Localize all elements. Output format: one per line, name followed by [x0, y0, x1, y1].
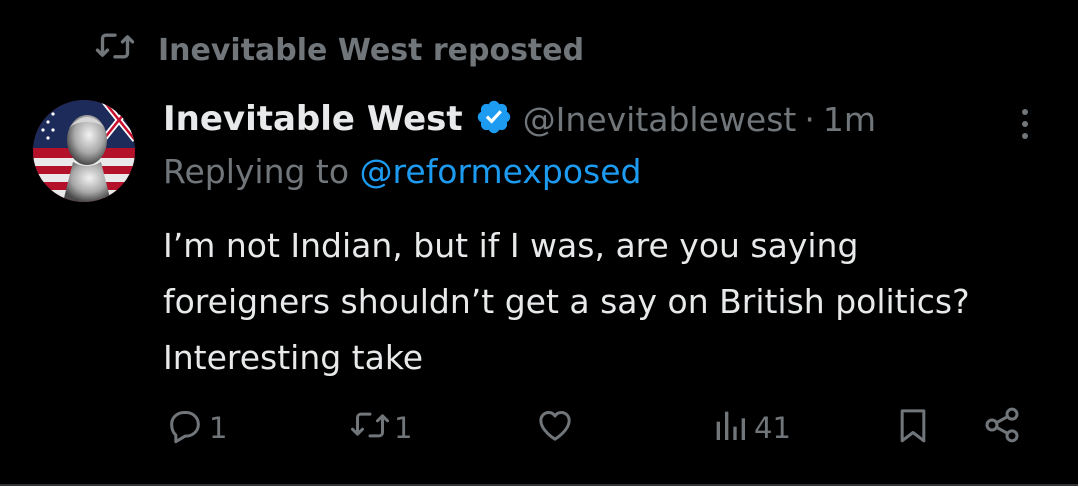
- repost-indicator[interactable]: Inevitable West reposted: [92, 28, 584, 72]
- replying-mention-link[interactable]: @reformexposed: [360, 152, 642, 191]
- bookmark-button[interactable]: [893, 400, 933, 456]
- more-options-icon[interactable]: [1010, 104, 1040, 144]
- bookmark-icon: [893, 405, 933, 452]
- views-button[interactable]: 41: [710, 400, 791, 456]
- separator-dot: ·: [804, 99, 815, 139]
- repost-text: Inevitable West reposted: [158, 32, 585, 68]
- author-name[interactable]: Inevitable West: [163, 99, 463, 139]
- like-button[interactable]: [535, 400, 575, 456]
- reply-count: 1: [209, 411, 228, 445]
- reply-button[interactable]: 1: [165, 400, 227, 456]
- heart-icon: [535, 405, 575, 452]
- repost-icon: [92, 26, 138, 74]
- reply-icon: [165, 405, 205, 452]
- share-button[interactable]: [982, 400, 1022, 456]
- repost-icon: [350, 405, 390, 452]
- avatar[interactable]: [33, 100, 135, 202]
- author-handle[interactable]: @Inevitablewest: [523, 100, 797, 139]
- repost-button[interactable]: 1: [350, 400, 412, 456]
- analytics-icon: [710, 405, 750, 452]
- post-text: I’m not Indian, but if I was, are you sa…: [163, 226, 970, 377]
- replying-prefix: Replying to: [163, 152, 350, 191]
- post-timestamp[interactable]: 1m: [823, 100, 876, 139]
- replying-to: Replying to @reformexposed: [163, 152, 641, 191]
- views-count: 41: [754, 411, 791, 445]
- verified-badge-icon[interactable]: [463, 98, 523, 140]
- repost-count: 1: [394, 411, 413, 445]
- post-header: Inevitable West @Inevitablewest · 1m: [163, 96, 876, 142]
- action-bar: 1 1 41: [0, 400, 1078, 456]
- share-icon: [982, 405, 1022, 452]
